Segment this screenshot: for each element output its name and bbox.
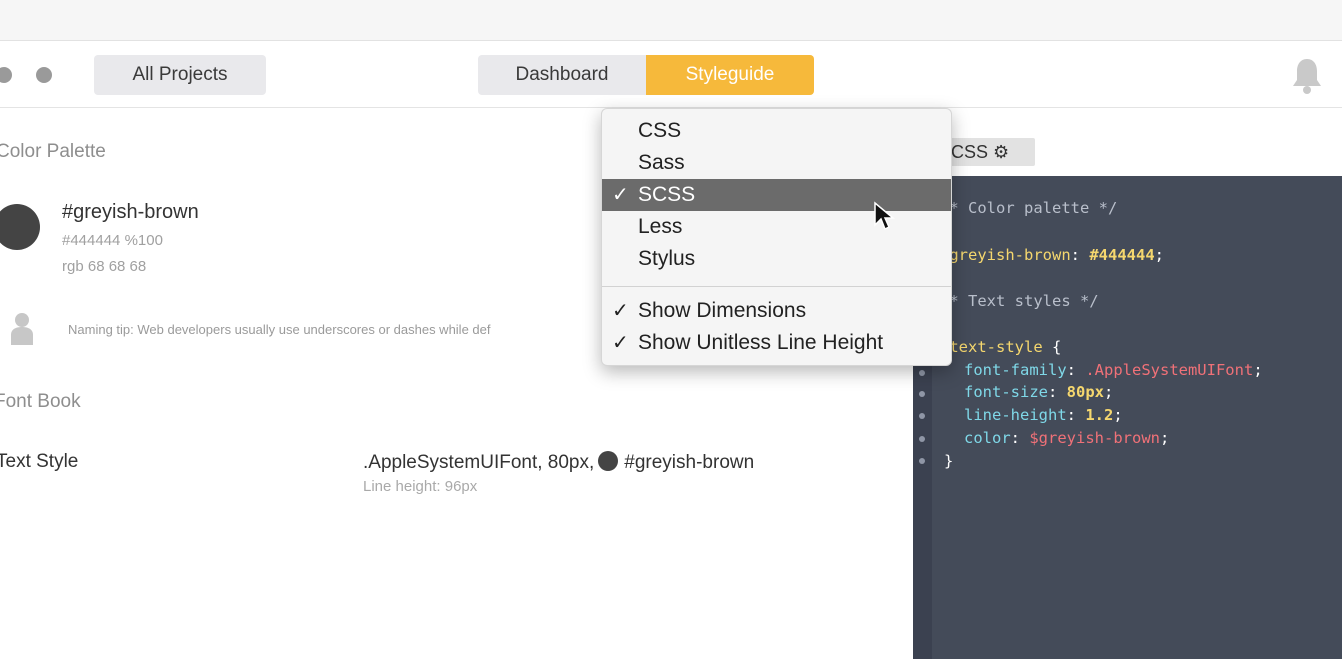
font-color-dot	[598, 451, 619, 471]
code-selector: @text-style	[940, 338, 1043, 356]
notification-bell-icon[interactable]	[1290, 56, 1324, 96]
code-closing-brace: }	[944, 452, 954, 470]
gear-icon: ⚙	[993, 142, 1010, 162]
code-variable-line: $greyish-brown: #444444;	[940, 246, 1164, 264]
code-value: 80px	[1066, 383, 1104, 401]
code-property: line-height	[964, 406, 1067, 424]
syntax-dropdown-menu: CSS Sass ✓ SCSS Less Stylus ✓ Show Dimensi…	[601, 108, 952, 366]
color-hex-opacity: #444444 %100	[62, 232, 163, 249]
code-property-line: color: $greyish-brown;	[964, 429, 1170, 447]
code-variable-value: #444444	[1089, 246, 1155, 264]
menu-separator	[602, 286, 951, 287]
menu-item-label: Show Unitless Line Height	[638, 331, 884, 354]
font-description-text: .AppleSystemUIFont, 80px,	[363, 452, 595, 473]
code-comment: /* Color palette */	[940, 199, 1118, 217]
gutter-dot	[919, 370, 925, 376]
code-property-line: font-size: 80px;	[964, 383, 1114, 401]
code-value: 1.2	[1085, 406, 1114, 424]
menu-item-less[interactable]: Less	[602, 211, 951, 243]
code-property: font-family	[964, 361, 1067, 379]
menu-item-stylus[interactable]: Stylus	[602, 243, 951, 275]
code-value: .AppleSystemUIFont	[1085, 361, 1254, 379]
menu-item-label: Sass	[638, 151, 685, 174]
all-projects-button[interactable]: All Projects	[94, 55, 266, 95]
menu-item-label: SCSS	[638, 183, 696, 206]
color-palette-title: Color Palette	[0, 141, 106, 162]
code-value: $greyish-brown	[1029, 429, 1160, 447]
font-book-title: Font Book	[0, 391, 81, 412]
color-name: #greyish-brown	[62, 201, 199, 223]
line-height-note: Line height: 96px	[363, 478, 478, 495]
gutter-dot	[919, 391, 925, 397]
text-style-label: Text Style	[0, 451, 79, 472]
checkmark-icon: ✓	[612, 332, 629, 354]
menu-item-label: Show Dimensions	[638, 299, 807, 322]
code-property: font-size	[964, 383, 1048, 401]
code-property: color	[964, 429, 1011, 447]
menu-item-scss[interactable]: ✓ SCSS	[602, 179, 951, 211]
menu-item-sass[interactable]: Sass	[602, 147, 951, 179]
window-titlebar	[0, 0, 1342, 41]
code-property-line: font-family: .AppleSystemUIFont;	[964, 361, 1263, 379]
code-property-line: line-height: 1.2;	[964, 406, 1123, 424]
gutter-dot	[919, 413, 925, 419]
menu-item-show-dimensions[interactable]: ✓ Show Dimensions	[602, 295, 951, 327]
mouse-cursor-icon	[874, 201, 895, 231]
user-tip-icon	[11, 313, 33, 345]
checkmark-icon: ✓	[612, 300, 629, 322]
code-comment: /* Text styles */	[940, 292, 1099, 310]
tab-dashboard[interactable]: Dashboard	[478, 55, 646, 95]
menu-item-label: Stylus	[638, 247, 696, 270]
code-language-label: CSS	[951, 142, 989, 162]
code-variable-name: $greyish-brown	[940, 246, 1071, 264]
gutter-dot	[919, 458, 925, 464]
tab-styleguide[interactable]: Styleguide	[646, 55, 814, 95]
menu-item-css[interactable]: CSS	[602, 115, 951, 147]
color-swatch[interactable]	[0, 204, 40, 250]
color-rgb: rgb 68 68 68	[62, 258, 147, 275]
naming-tip: Naming tip: Web developers usually use u…	[68, 322, 491, 337]
font-description: .AppleSystemUIFont, 80px, #greyish-brown	[363, 451, 754, 474]
window-control-dot[interactable]	[36, 67, 52, 83]
checkmark-icon: ✓	[612, 184, 629, 206]
menu-item-label: CSS	[638, 119, 682, 142]
gutter-dot	[919, 436, 925, 442]
code-selector-line: @text-style {	[940, 338, 1062, 356]
font-color-name: #greyish-brown	[624, 452, 755, 473]
code-language-button[interactable]: CSS ⚙	[945, 138, 1035, 166]
menu-item-show-unitless-line-height[interactable]: ✓ Show Unitless Line Height	[602, 327, 951, 359]
menu-item-label: Less	[638, 215, 683, 238]
